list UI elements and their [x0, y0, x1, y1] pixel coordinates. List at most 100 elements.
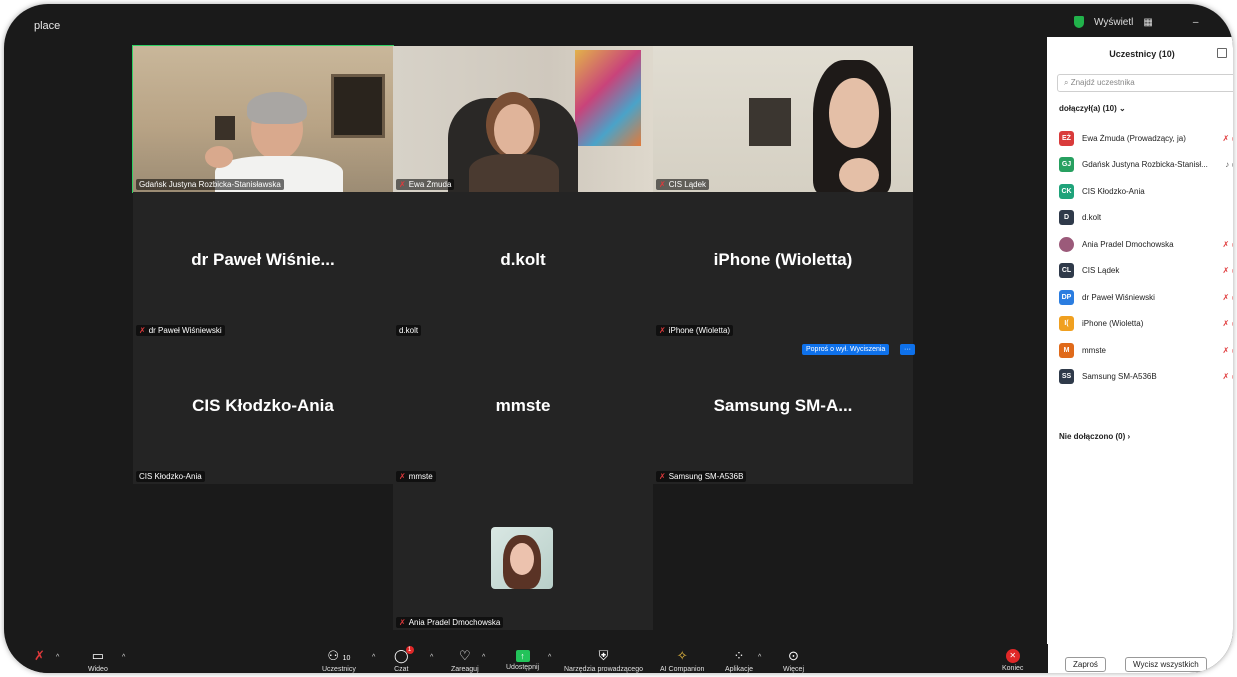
video-tile[interactable]: ✗ Ewa Żmuda	[393, 46, 653, 192]
close-icon: ✕	[1005, 649, 1020, 663]
sparkle-icon: ✧	[676, 648, 688, 663]
participant-row[interactable]: EŻ Ewa Żmuda (Prowadzący, ja) ✗ ▭	[1059, 125, 1233, 152]
mic-muted-icon: ✗	[399, 180, 406, 189]
ask-unmute-button[interactable]: Poproś o wył. Wyciszenia	[802, 344, 890, 355]
participant-name: mmste	[1082, 345, 1106, 355]
mic-muted-icon: ✗ ▭	[1222, 319, 1233, 329]
video-button[interactable]: ▭ Wideo	[88, 648, 108, 673]
wall-painting	[575, 50, 641, 146]
participants-button[interactable]: ⚇ 10 Uczestnicy	[322, 648, 356, 673]
wall-picture	[331, 74, 385, 138]
status-icon: ◌	[1219, 213, 1233, 222]
avatar: SS	[1059, 369, 1074, 385]
mic-muted-icon: ✗	[659, 472, 666, 481]
video-tile[interactable]: ✗ CIS Lądek	[653, 46, 913, 192]
tile-name-label: ✗ CIS Lądek	[656, 179, 710, 190]
zoom-window: place Wyświetl ▦ – Gdańsk Justyna Rozbic…	[4, 4, 1233, 673]
chat-options-caret[interactable]: ^	[430, 654, 433, 661]
wall-photo-collage	[749, 98, 791, 146]
participant-row[interactable]: Ania Pradel Dmochowska ✗ ▭	[1059, 231, 1233, 258]
participant-row[interactable]: CL CIS Lądek ✗ ▭	[1059, 258, 1233, 285]
mic-muted-icon: ✗ ▭	[1222, 239, 1233, 249]
mic-muted-icon: ✗ ▭	[1222, 372, 1233, 382]
participant-name-display: CIS Kłodzko-Ania	[192, 396, 334, 415]
mute-button[interactable]: ✗	[34, 648, 45, 664]
panel-title: Uczestnicy (10)	[1109, 49, 1175, 59]
participant-row[interactable]: DP dr Paweł Wiśniewski ✗ ▭	[1059, 284, 1233, 311]
security-shield-icon[interactable]	[1074, 16, 1084, 28]
host-tools-button[interactable]: ⛨ Narzędzia prowadzącego	[564, 648, 643, 673]
status-icon: ◌	[1219, 187, 1233, 196]
participant-row[interactable]: Mmmste ✗ ▭	[1059, 337, 1233, 364]
participant-row[interactable]: GJ Gdańsk Justyna Rozbicka-Stanisł... ♪ ▭	[1059, 152, 1233, 179]
view-button[interactable]: Wyświetl	[1094, 17, 1133, 28]
participant-name: Samsung SM-A536B	[1082, 372, 1157, 382]
mic-muted-icon: ✗ ▭	[1222, 292, 1233, 302]
participant-row[interactable]: Dd.kolt ◌	[1059, 205, 1233, 232]
audio-options-caret[interactable]: ^	[56, 654, 59, 661]
tile-name-label: ✗ Ania Pradel Dmochowska	[396, 617, 504, 628]
mic-icon: ♪ ▭	[1225, 160, 1233, 170]
mic-muted-icon: ✗	[399, 618, 406, 627]
mic-muted-icon: ✗ ▭	[1222, 266, 1233, 276]
avatar: M	[1059, 342, 1074, 358]
participants-panel: Uczestnicy (10) ⌕ Znajdź uczestnika dołą…	[1047, 37, 1233, 673]
mute-all-button[interactable]: Wycisz wszystkich	[1125, 657, 1207, 672]
share-options-caret[interactable]: ^	[548, 654, 551, 661]
tile-name-label: ✗ Samsung SM-A536B	[656, 471, 747, 482]
invite-button[interactable]: Zaproś	[1065, 657, 1106, 672]
apps-button[interactable]: ⁘ Aplikacje	[725, 648, 753, 673]
mic-muted-icon: ✗	[659, 180, 666, 189]
avatar: I(	[1059, 316, 1074, 332]
tile-more-button[interactable]: ···	[900, 344, 915, 355]
minimize-button[interactable]: –	[1193, 17, 1199, 28]
video-tile[interactable]: Samsung SM-A... ✗ Samsung SM-A536B	[653, 338, 913, 484]
search-icon: ⌕	[1064, 78, 1071, 87]
chat-icon: ◯ 1	[394, 646, 414, 664]
not-joined-section-header[interactable]: Nie dołączono (0) ›	[1059, 432, 1130, 441]
participant-face	[510, 543, 534, 575]
video-tile[interactable]: iPhone (Wioletta) ✗ iPhone (Wioletta)	[653, 192, 913, 338]
tile-name-label: CIS Kłodzko-Ania	[136, 471, 205, 482]
end-meeting-button[interactable]: ✕ Koniec	[1002, 648, 1023, 672]
participant-name-display: d.kolt	[500, 250, 546, 269]
react-button[interactable]: ♡ Zareaguj	[451, 648, 479, 673]
avatar: D	[1059, 210, 1074, 226]
video-tile[interactable]: d.kolt d.kolt	[393, 192, 653, 338]
tile-name-label: d.kolt	[396, 325, 422, 336]
ai-companion-button[interactable]: ✧ AI Companion	[660, 648, 704, 673]
avatar: CK	[1059, 183, 1074, 199]
participant-name: Gdańsk Justyna Rozbicka-Stanisł...	[1082, 160, 1208, 170]
share-button[interactable]: ↑ Udostępnij	[506, 648, 539, 671]
video-tile[interactable]: dr Paweł Wiśnie... ✗ dr Paweł Wiśniewski	[133, 192, 393, 338]
popout-icon[interactable]	[1217, 48, 1227, 58]
participant-hair	[247, 92, 307, 124]
meeting-toolbar: ✗ ^ ▭ Wideo ^ ⚇ 10 Uczestnicy ^ ◯ 1 Czat …	[8, 644, 1048, 673]
apps-options-caret[interactable]: ^	[758, 654, 761, 661]
participant-face	[829, 78, 879, 148]
react-options-caret[interactable]: ^	[482, 654, 485, 661]
joined-section-header[interactable]: dołączył(a) (10) ⌄	[1059, 104, 1126, 113]
avatar: GJ	[1059, 157, 1074, 173]
grid-view-icon[interactable]: ▦	[1143, 17, 1152, 28]
video-tile[interactable]: Gdańsk Justyna Rozbicka-Stanisławska	[132, 45, 394, 193]
chat-button[interactable]: ◯ 1 Czat	[394, 646, 414, 673]
video-tile[interactable]: mmste ✗ mmste	[393, 338, 653, 484]
video-options-caret[interactable]: ^	[122, 654, 125, 661]
more-button[interactable]: ⊙ Więcej	[783, 648, 804, 673]
video-tile[interactable]: CIS Kłodzko-Ania CIS Kłodzko-Ania	[133, 338, 393, 484]
video-feed	[653, 46, 913, 192]
participants-icon: ⚇ 10	[327, 648, 351, 663]
participant-list: EŻ Ewa Żmuda (Prowadzący, ja) ✗ ▭ GJ Gdańsk …	[1059, 125, 1233, 390]
participant-row[interactable]: SS Samsung SM-A536B ✗ ▭	[1059, 364, 1233, 391]
participant-name: iPhone (Wioletta)	[1082, 319, 1144, 329]
participant-search-input[interactable]: ⌕ Znajdź uczestnika	[1057, 74, 1233, 92]
participant-row[interactable]: I( iPhone (Wioletta) ✗ ▭	[1059, 311, 1233, 338]
video-tile[interactable]: ✗ Ania Pradel Dmochowska	[393, 484, 653, 630]
participants-options-caret[interactable]: ^	[372, 654, 375, 661]
apps-icon: ⁘	[733, 648, 745, 663]
participant-body	[469, 154, 559, 192]
participant-row[interactable]: CK CIS Kłodzko-Ania ◌	[1059, 178, 1233, 205]
tile-name-label: ✗ mmste	[396, 471, 436, 482]
shield-icon: ⛨	[598, 648, 609, 663]
